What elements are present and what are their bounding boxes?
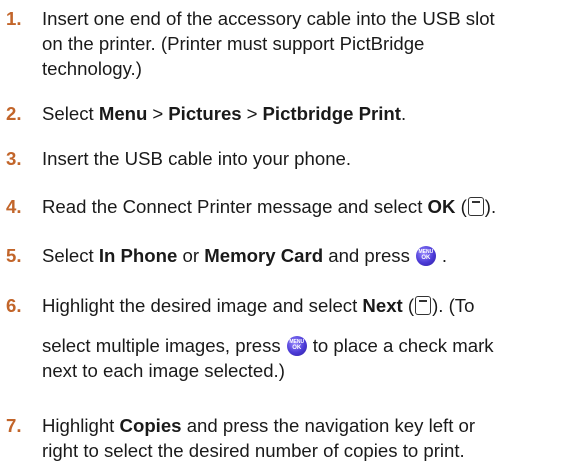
step-text-fragment: Read the Connect Printer message and sel…: [42, 196, 428, 217]
instruction-page: 1. Insert one end of the accessory cable…: [0, 0, 586, 465]
step-text-fragment: select multiple images, press: [42, 335, 281, 356]
step-number: 2.: [6, 103, 22, 124]
menu-ok-bottom-text: OK: [421, 255, 431, 261]
step-text: Select In Phone or Memory Card and press…: [42, 243, 586, 268]
step-number: 4.: [6, 196, 22, 217]
path-separator: >: [246, 103, 258, 124]
menu-ok-button-icon: MENU OK: [286, 336, 307, 356]
step-text-fragment: and press: [323, 245, 410, 266]
softkey-icon: ···: [467, 197, 484, 216]
paren-open: (: [455, 196, 467, 217]
softkey-icon: ···: [415, 296, 432, 315]
next-label: Next: [362, 295, 403, 316]
step-text: Insert one end of the accessory cable in…: [42, 6, 586, 81]
step-line: next to each image selected.): [42, 360, 285, 381]
memory-card-label: Memory Card: [204, 245, 324, 266]
step-text: Highlight the desired image and select N…: [42, 293, 586, 383]
step-text-fragment: Select: [42, 245, 99, 266]
softkey-glyph: ···: [420, 296, 427, 306]
step-text-fragment: and press the navigation key left or: [181, 415, 476, 436]
menu-ok-bottom-text: OK: [292, 345, 302, 351]
pictures-label: Pictures: [168, 103, 242, 124]
in-phone-label: In Phone: [98, 245, 178, 266]
paren-close: ).: [484, 196, 497, 217]
pictbridge-print-label: Pictbridge Print: [262, 103, 401, 124]
paren-open: (: [402, 295, 415, 316]
softkey-glyph: ···: [472, 197, 480, 207]
step-number: 3.: [6, 148, 22, 169]
step-text: Highlight Copies and press the navigatio…: [42, 413, 586, 463]
step-number: 7.: [6, 415, 22, 436]
step-number: 6.: [6, 295, 22, 316]
step-text: Select Menu > Pictures > Pictbridge Print.: [42, 101, 586, 126]
menu-label: Menu: [98, 103, 148, 124]
step-number: 1.: [6, 8, 22, 29]
copies-label: Copies: [119, 415, 182, 436]
step-text: Insert the USB cable into your phone.: [42, 146, 586, 171]
step-text: Read the Connect Printer message and sel…: [42, 194, 586, 219]
menu-ok-button-icon: MENU OK: [415, 246, 436, 266]
step-line: Insert one end of the accessory cable in…: [42, 8, 495, 29]
step-text-fragment: .: [400, 103, 407, 124]
path-separator: >: [152, 103, 164, 124]
step-text-fragment: Highlight: [42, 415, 120, 436]
step-text-fragment: Highlight the desired image and select: [42, 295, 363, 316]
ok-label: OK: [427, 196, 456, 217]
step-line: technology.): [42, 58, 142, 79]
step-number: 5.: [6, 245, 22, 266]
step-line: on the printer. (Printer must support Pi…: [42, 33, 425, 54]
step-text-fragment: .: [441, 245, 448, 266]
step-text-fragment: to place a check mark: [312, 335, 494, 356]
step-text-fragment: Select: [42, 103, 99, 124]
step-text-fragment: or: [177, 245, 205, 266]
step-line: right to select the desired number of co…: [42, 440, 465, 461]
paren-close: ). (To: [432, 295, 475, 316]
step-line: Insert the USB cable into your phone.: [42, 148, 352, 169]
